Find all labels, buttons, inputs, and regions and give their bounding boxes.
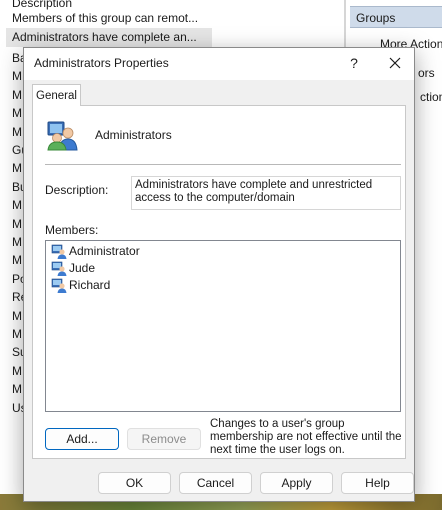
list-item[interactable]: M (12, 86, 22, 105)
list-item[interactable]: M (12, 233, 22, 252)
properties-dialog: Administrators Properties ? General Admi… (23, 47, 415, 502)
list-item[interactable]: M (12, 123, 22, 142)
member-name: Jude (69, 261, 96, 275)
user-icon (51, 244, 67, 259)
remove-button[interactable]: Remove (127, 428, 201, 450)
list-item[interactable]: M (12, 380, 22, 399)
apply-button[interactable]: Apply (260, 472, 333, 494)
ok-button[interactable]: OK (98, 472, 171, 494)
general-tab-panel: Administrators Description: Administrato… (32, 105, 406, 459)
help-title-button[interactable]: ? (342, 52, 366, 74)
members-label: Members: (45, 223, 99, 237)
description-label: Description: (45, 183, 109, 197)
members-list[interactable]: Administrator Jude Richard (45, 240, 401, 412)
list-item[interactable]: M (12, 67, 22, 86)
list-item[interactable]: M (12, 215, 22, 234)
list-item[interactable]: M (12, 362, 22, 381)
user-icon (51, 261, 67, 276)
close-icon (389, 57, 401, 69)
dialog-title: Administrators Properties (34, 56, 169, 70)
group-name: Administrators (95, 128, 172, 142)
divider (45, 164, 401, 165)
list-item[interactable]: M (12, 325, 22, 344)
title-bar[interactable]: Administrators Properties ? (24, 48, 414, 80)
list-item[interactable]: M (12, 196, 22, 215)
group-icon (47, 121, 78, 151)
cancel-button[interactable]: Cancel (179, 472, 252, 494)
close-button[interactable] (382, 50, 408, 76)
list-item[interactable]: M (12, 104, 22, 123)
member-name: Administrator (69, 244, 140, 258)
tab-general[interactable]: General (32, 84, 81, 106)
member-name: Richard (69, 278, 111, 292)
actions-fragment[interactable]: ors (418, 66, 435, 80)
membership-note: Changes to a user's group membership are… (210, 418, 402, 456)
user-icon (51, 278, 67, 293)
actions-fragment[interactable]: ctions (420, 90, 442, 104)
description-field[interactable]: Administrators have complete and unrestr… (131, 176, 401, 210)
list-item[interactable]: M (12, 159, 22, 178)
list-item[interactable]: M (12, 307, 22, 326)
actions-header-groups[interactable]: Groups (350, 6, 442, 28)
list-item[interactable]: M (12, 251, 22, 270)
add-button[interactable]: Add... (45, 428, 119, 450)
list-item-selected[interactable]: Administrators have complete an... (6, 28, 212, 47)
help-button[interactable]: Help (341, 472, 414, 494)
list-item[interactable]: Members of this group can remot... (12, 9, 198, 28)
